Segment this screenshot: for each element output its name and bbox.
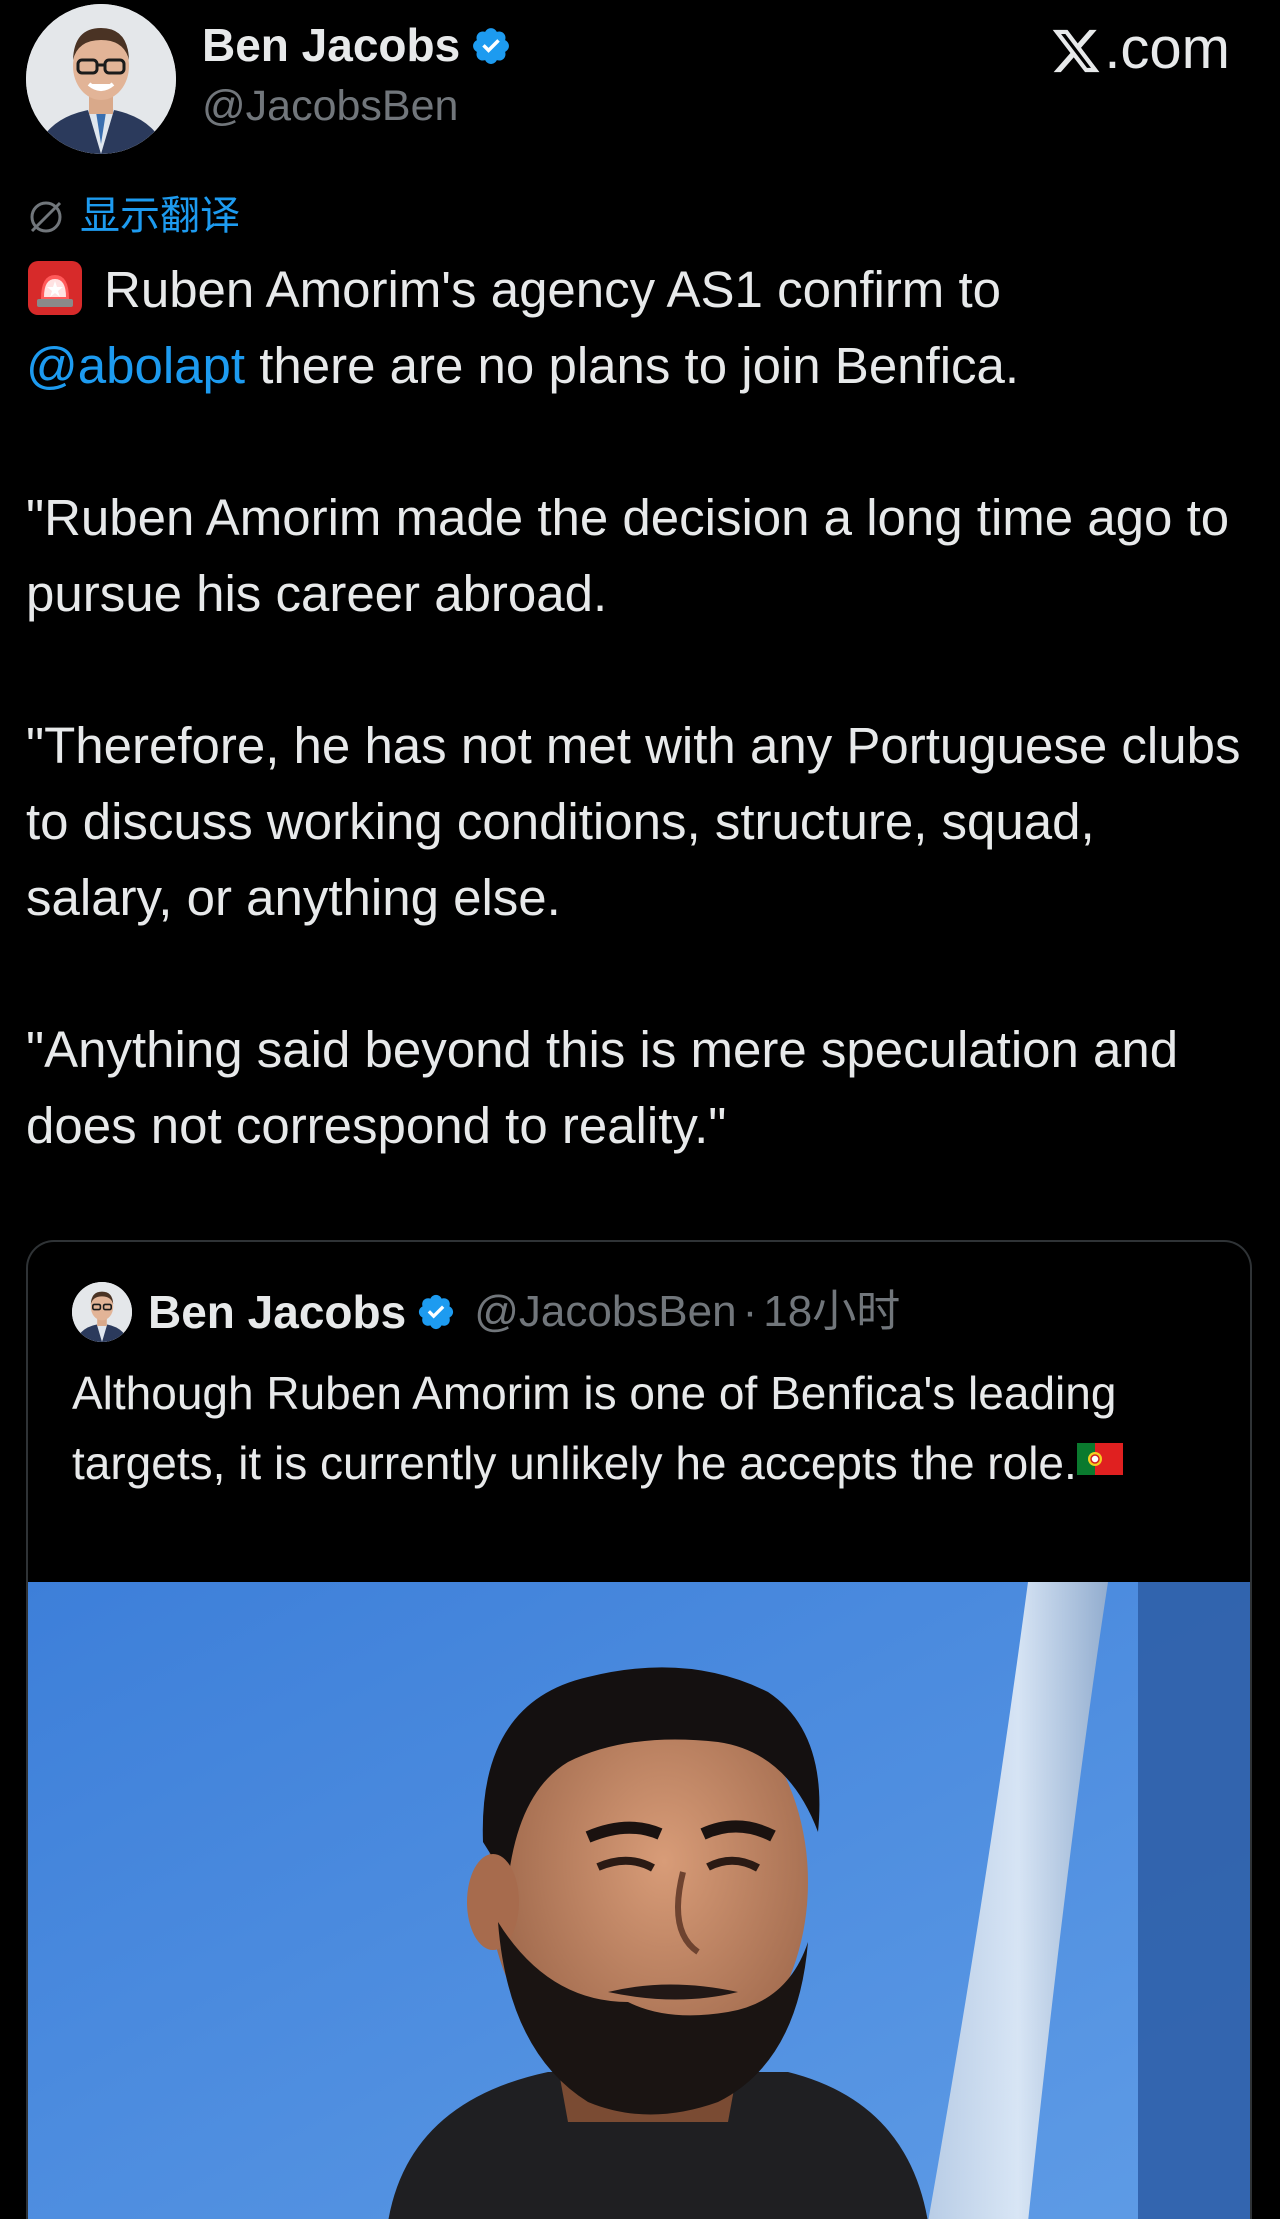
tweet-paragraph-1: Ruben Amorim's agency AS1 confirm to @ab… [26, 252, 1254, 404]
site-logo: .com [1050, 14, 1230, 84]
author-name[interactable]: Ben Jacobs [202, 18, 512, 72]
tweet-text: Ruben Amorim's agency AS1 confirm to @ab… [26, 252, 1254, 1164]
author-handle[interactable]: @JacobsBen [202, 80, 458, 132]
author-name-text[interactable]: Ben Jacobs [202, 18, 460, 72]
quoted-tweet-text: Although Ruben Amorim is one of Benfica'… [72, 1360, 1212, 1496]
x-logo-icon [1050, 23, 1102, 75]
show-translation-link[interactable]: 显示翻译 [26, 188, 240, 244]
quoted-tweet-header: Ben Jacobs @JacobsBen · 18小时 [72, 1282, 900, 1342]
translate-icon [26, 196, 66, 236]
author-avatar[interactable] [26, 4, 176, 154]
quoted-tweet-card[interactable]: Ben Jacobs @JacobsBen · 18小时 Although Ru… [26, 1240, 1252, 2219]
tweet-line-1-tail: there are no plans to join Benfica. [245, 337, 1020, 394]
quoted-author-avatar[interactable] [72, 1282, 132, 1342]
portugal-flag-icon [1076, 1426, 1123, 1475]
quoted-verified-badge-icon [416, 1292, 456, 1332]
quoted-author-handle[interactable]: @JacobsBen [474, 1284, 736, 1340]
quoted-timestamp[interactable]: 18小时 [763, 1284, 900, 1340]
quoted-tweet-photo[interactable] [28, 1582, 1250, 2219]
tweet-line-1: Ruben Amorim's agency AS1 confirm to [104, 261, 1001, 318]
police-car-light-icon [26, 259, 84, 317]
site-label: .com [1104, 16, 1230, 81]
quoted-tweet-body: Although Ruben Amorim is one of Benfica'… [72, 1367, 1117, 1489]
mention-link[interactable]: @abolapt [26, 337, 245, 394]
verified-badge-icon [470, 24, 512, 66]
meta-separator: · [742, 1287, 758, 1336]
quoted-author-name[interactable]: Ben Jacobs [148, 1284, 406, 1340]
tweet-paragraph-3: "Therefore, he has not met with any Port… [26, 717, 1241, 926]
show-translation-label[interactable]: 显示翻译 [80, 188, 240, 244]
tweet-paragraph-4: "Anything said beyond this is mere specu… [26, 1021, 1179, 1154]
tweet-header: Ben Jacobs @JacobsBen .com [0, 0, 1280, 180]
tweet-paragraph-2: "Ruben Amorim made the decision a long t… [26, 489, 1230, 622]
